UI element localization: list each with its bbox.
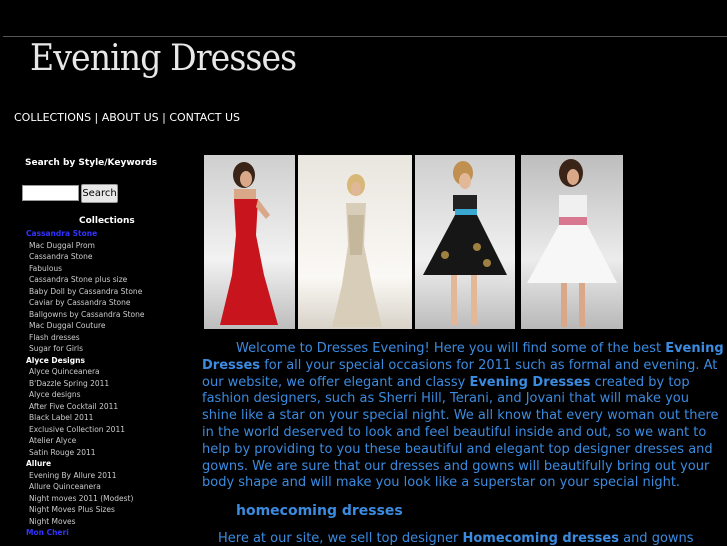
list-item[interactable]: Fabulous [26,263,186,275]
dress-photo-gold-gown[interactable] [298,155,412,329]
keyword-link[interactable]: Homecoming dresses [463,531,619,546]
paragraph-text: Here at our site, we sell top designer [218,531,463,546]
list-item[interactable]: Evening By Allure 2011 [26,470,186,482]
list-item[interactable]: Cassandra Stone [26,251,186,263]
list-item[interactable]: Sugar for Girls [26,343,186,355]
list-item[interactable]: Ballgowns by Cassandra Stone [26,309,186,321]
nav-collections-link[interactable]: COLLECTIONS [14,111,91,124]
dress-photo-black-short-dress[interactable] [415,155,515,329]
search-input[interactable] [22,185,79,201]
collections-heading: Collections [79,216,135,226]
header-divider [3,36,727,37]
paragraph-text: and gowns [618,531,694,546]
list-item[interactable]: Allure Quinceanera [26,481,186,493]
list-item[interactable]: Atelier Alyce [26,435,186,447]
group-title[interactable]: Cassandra Stone [26,228,186,240]
list-item[interactable]: Baby Doll by Cassandra Stone [26,286,186,298]
search-button[interactable]: Search [81,184,118,203]
top-nav: COLLECTIONS | ABOUT US | CONTACT US [14,111,240,124]
list-item[interactable]: Caviar by Cassandra Stone [26,297,186,309]
list-item[interactable]: Black Label 2011 [26,412,186,424]
list-item[interactable]: Cassandra Stone plus size [26,274,186,286]
list-item[interactable]: Night moves 2011 (Modest) [26,493,186,505]
list-item[interactable]: Mac Duggal Couture [26,320,186,332]
dress-photo-white-pink-dress[interactable] [521,155,623,329]
nav-contact-link[interactable]: CONTACT US [169,111,240,124]
site-logo[interactable]: Evening Dresses [30,38,297,79]
list-item[interactable]: B'Dazzle Spring 2011 [26,378,186,390]
keyword-link[interactable]: Evening Dresses [469,375,590,390]
list-item[interactable]: Night Moves [26,516,186,528]
list-item[interactable]: After Five Cocktail 2011 [26,401,186,413]
intro-text: Welcome to Dresses Evening! Here you wil… [236,341,666,356]
search-heading: Search by Style/Keywords [25,158,158,168]
collections-list: Cassandra Stone Mac Duggal Prom Cassandr… [26,228,186,539]
list-item[interactable]: Alyce Quinceanera [26,366,186,378]
intro-paragraph: Welcome to Dresses Evening! Here you wil… [202,341,724,492]
paragraph-2: Here at our site, we sell top designer H… [218,531,694,546]
list-item[interactable]: Night Moves Plus Sizes [26,504,186,516]
nav-about-link[interactable]: ABOUT US [102,111,159,124]
group-title[interactable]: Alyce Designs [26,355,186,367]
list-item[interactable]: Exclusive Collection 2011 [26,424,186,436]
nav-separator: | [91,111,102,124]
section-heading: homecoming dresses [236,503,403,519]
group-title[interactable]: Allure [26,458,186,470]
list-item[interactable]: Alyce designs [26,389,186,401]
dress-photo-red-gown[interactable] [204,155,295,329]
group-title[interactable]: Mon Cheri [26,527,186,539]
intro-text: created by top fashion designers, such a… [202,374,719,491]
list-item[interactable]: Mac Duggal Prom [26,240,186,252]
nav-separator: | [158,111,170,124]
list-item[interactable]: Satin Rouge 2011 [26,447,186,459]
list-item[interactable]: Flash dresses [26,332,186,344]
